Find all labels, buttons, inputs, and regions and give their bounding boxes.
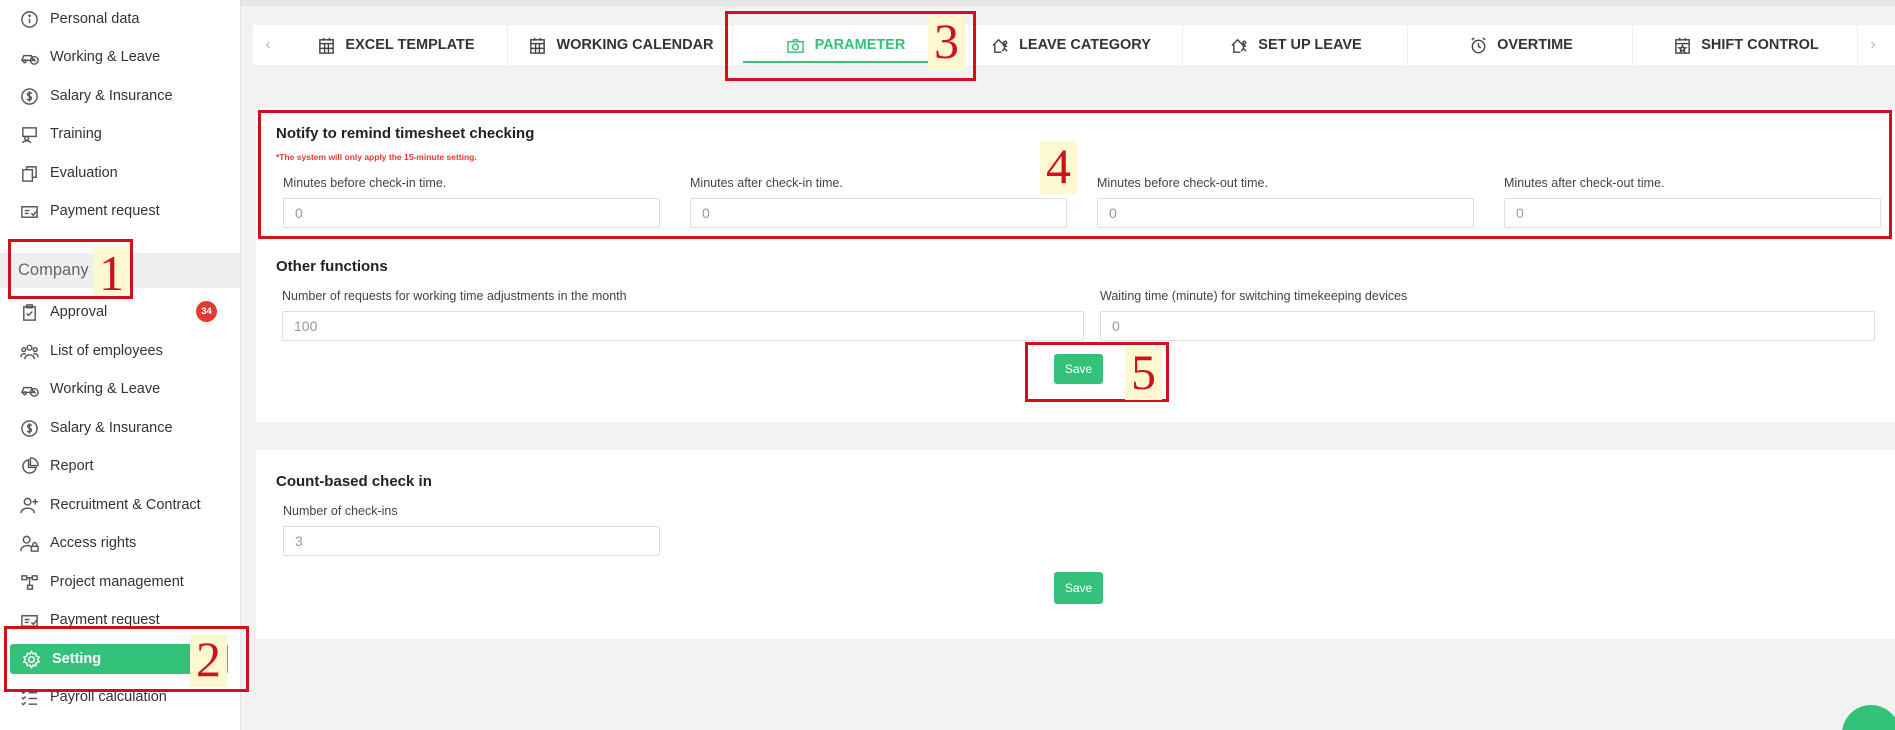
sidebar-item-label: Recruitment & Contract: [50, 497, 201, 513]
annotation-number-1: 1: [93, 248, 130, 298]
evaluation-icon: [18, 162, 40, 184]
dollar-circle-icon: [18, 417, 40, 439]
chevron-right-icon: ›: [1870, 36, 1876, 53]
clipboard-check-icon: [18, 301, 40, 323]
sidebar-item-project-management[interactable]: Project management: [18, 567, 184, 597]
sidebar-item-company-salary-insurance[interactable]: Salary & Insurance: [18, 413, 173, 443]
sidebar-item-label: Salary & Insurance: [50, 420, 173, 436]
number-of-checkins-input[interactable]: 3: [283, 526, 660, 556]
tab-excel-template[interactable]: EXCEL TEMPLATE: [283, 25, 508, 65]
annotation-number-2: 2: [190, 634, 227, 687]
annotation-number-5: 5: [1125, 347, 1162, 400]
house-run-icon: [989, 34, 1011, 56]
sidebar-item-recruitment-contract[interactable]: Recruitment & Contract: [18, 490, 201, 520]
settings-tab-bar: ‹ EXCEL TEMPLATE WORKING CALENDAR PARAME…: [253, 25, 1895, 65]
approval-count-badge: 34: [196, 301, 217, 322]
adjustment-requests-input[interactable]: 100: [282, 311, 1084, 341]
device-switch-waiting-label: Waiting time (minute) for switching time…: [1100, 289, 1408, 303]
adjustment-requests-label: Number of requests for working time adju…: [282, 289, 627, 303]
sidebar-item-label: Approval: [50, 304, 108, 320]
sidebar-item-label: Project management: [50, 574, 184, 590]
tab-label: SET UP LEAVE: [1258, 37, 1362, 53]
tab-label: SHIFT CONTROL: [1701, 37, 1819, 53]
sidebar-item-label: Report: [50, 458, 94, 474]
sidebar-item-label: Working & Leave: [50, 381, 161, 397]
calendar-grid-icon: [315, 34, 337, 56]
count-based-checkin-title: Count-based check in: [276, 473, 432, 490]
calendar-star-icon: [1671, 34, 1693, 56]
sidebar-item-label: Training: [50, 126, 102, 142]
project-tree-icon: [18, 571, 40, 593]
top-strip: [241, 0, 1895, 6]
sidebar-item-working-leave[interactable]: Working & Leave: [18, 42, 160, 72]
other-functions-title: Other functions: [276, 258, 388, 275]
tab-set-up-leave[interactable]: SET UP LEAVE: [1183, 25, 1408, 65]
sidebar-item-label: Personal data: [50, 11, 140, 27]
people-icon: [18, 340, 40, 362]
sidebar-item-label: Evaluation: [50, 165, 118, 181]
floating-action-button[interactable]: [1842, 705, 1895, 730]
tab-label: WORKING CALENDAR: [556, 37, 714, 53]
pie-chart-icon: [18, 455, 40, 477]
tab-scroll-right-button[interactable]: ›: [1858, 25, 1888, 65]
sidebar-item-salary-insurance[interactable]: Salary & Insurance: [18, 81, 173, 111]
tab-leave-category[interactable]: LEAVE CATEGORY: [958, 25, 1183, 65]
dollar-circle-icon: [18, 85, 40, 107]
car-clock-icon: [18, 378, 40, 400]
sidebar-item-evaluation[interactable]: Evaluation: [18, 158, 118, 188]
sidebar-item-label: Working & Leave: [50, 49, 161, 65]
user-lock-icon: [18, 532, 40, 554]
sidebar-item-training[interactable]: Training: [18, 119, 102, 149]
sidebar-item-approval[interactable]: Approval: [18, 297, 107, 327]
chevron-left-icon: ‹: [265, 36, 271, 53]
device-switch-waiting-input[interactable]: 0: [1100, 311, 1875, 341]
sidebar-item-label: Salary & Insurance: [50, 88, 173, 104]
car-clock-icon: [18, 46, 40, 68]
sidebar-item-list-of-employees[interactable]: List of employees: [18, 336, 163, 366]
tab-overtime[interactable]: OVERTIME: [1408, 25, 1633, 65]
annotation-number-3: 3: [928, 16, 965, 70]
tab-scroll-left-button[interactable]: ‹: [253, 25, 283, 65]
tab-label: EXCEL TEMPLATE: [345, 37, 475, 53]
sidebar-item-access-rights[interactable]: Access rights: [18, 528, 136, 558]
tab-shift-control[interactable]: SHIFT CONTROL: [1633, 25, 1858, 65]
tab-label: LEAVE CATEGORY: [1019, 37, 1151, 53]
sidebar-item-label: Payment request: [50, 203, 160, 219]
sidebar-item-label: Access rights: [50, 535, 137, 551]
sidebar-item-report[interactable]: Report: [18, 451, 94, 481]
teacher-icon: [18, 123, 40, 145]
sidebar-item-personal-data[interactable]: Personal data: [18, 4, 139, 34]
count-based-checkin-card: Count-based check in Number of check-ins…: [256, 450, 1895, 639]
number-of-checkins-label: Number of check-ins: [283, 504, 398, 518]
tab-label: OVERTIME: [1497, 37, 1573, 53]
save-count-checkin-button[interactable]: Save: [1054, 572, 1103, 604]
user-plus-icon: [18, 494, 40, 516]
tab-working-calendar[interactable]: WORKING CALENDAR: [508, 25, 733, 65]
info-icon: [18, 8, 40, 30]
payment-card-icon: [18, 200, 40, 222]
sidebar: Personal data Working & Leave Salary & I…: [0, 0, 241, 730]
calendar-grid-icon: [526, 34, 548, 56]
sidebar-item-payment-request[interactable]: Payment request: [18, 196, 160, 226]
sidebar-item-company-working-leave[interactable]: Working & Leave: [18, 374, 160, 404]
sidebar-item-label: List of employees: [50, 343, 163, 359]
alarm-clock-icon: [1467, 34, 1489, 56]
annotation-number-4: 4: [1040, 141, 1077, 194]
house-run-icon: [1228, 34, 1250, 56]
